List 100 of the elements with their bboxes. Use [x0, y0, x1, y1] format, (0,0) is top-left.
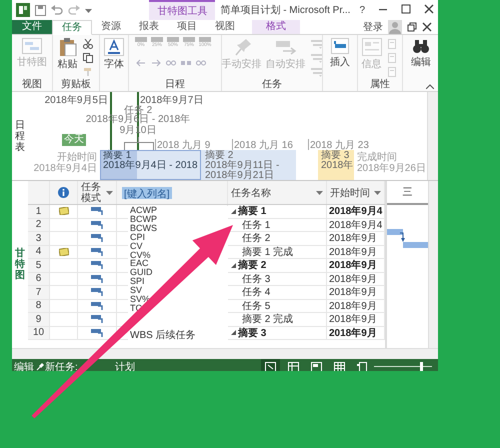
start-date: 2018年9月 [329, 272, 377, 285]
start-date: 2018年9月 [329, 246, 377, 258]
task-mode-icon [91, 261, 103, 270]
field-option[interactable]: EAC [130, 259, 149, 268]
collapse-icon[interactable] [231, 330, 236, 336]
bar-dates: 2018年9月11日 - 2018年9月21日 [205, 161, 280, 180]
ribbon-tab[interactable]: 任务 [52, 20, 92, 35]
field-option[interactable]: BCWS [130, 224, 157, 233]
ribbon-tab[interactable]: 视图 [206, 20, 244, 34]
column-name-field[interactable]: [键入列名] [122, 186, 172, 198]
save-icon[interactable] [35, 4, 46, 16]
bar-dates: 2018年9月4日 - 2018 [103, 161, 198, 171]
caret-icon[interactable] [316, 190, 323, 195]
table-icon [288, 362, 299, 371]
new-task-mode[interactable]: 新任务: [45, 360, 78, 371]
task-name: 任务 4 [242, 286, 270, 298]
undo-icon[interactable] [51, 5, 63, 15]
gantt-bar [387, 229, 403, 235]
collapse-icon[interactable] [231, 262, 236, 268]
view-button[interactable] [261, 359, 280, 371]
task-mode-icon [91, 207, 103, 216]
ribbon-tab[interactable]: 资源 [92, 20, 130, 34]
sign-in-link[interactable]: 登录 [363, 20, 383, 34]
close-icon[interactable] [422, 22, 432, 32]
task-name: 摘要 2 [238, 259, 266, 272]
row-number: 1 [28, 205, 50, 218]
field-option[interactable]: ACWP [130, 206, 157, 215]
finish-label: 完成时间 [357, 152, 398, 163]
new-task-mode[interactable]: 计划 [114, 360, 135, 371]
timeline-bar[interactable]: 摘要 3 2018年 [318, 150, 354, 180]
collapse-icon[interactable] [231, 208, 236, 214]
ribbon-button[interactable]: 字体 [103, 37, 125, 72]
start-date: 2018年9月 [329, 232, 377, 244]
task-mode-icon [91, 248, 103, 256]
ribbon-tab[interactable]: 文件 [12, 20, 52, 34]
task-name: 摘要 3 [238, 326, 266, 339]
close-icon[interactable] [424, 4, 434, 14]
column-header[interactable]: 开始时间 [330, 186, 370, 200]
info-icon [58, 187, 69, 198]
window-title: 简单项目计划 - Microsoft Pr... [220, 4, 350, 17]
task-mode-icon [91, 234, 103, 242]
scrollbar[interactable] [12, 348, 438, 359]
field-option[interactable]: CV% [130, 250, 151, 260]
mode-label: 编辑 [14, 360, 34, 371]
field-option[interactable]: SPI [130, 277, 145, 286]
zoom-slider[interactable] [374, 362, 432, 371]
caret-icon[interactable] [85, 8, 92, 12]
help-button[interactable]: ? [355, 4, 369, 16]
start-date: 2018年9月 [329, 259, 377, 272]
scissors-icon[interactable] [83, 38, 93, 48]
start-date: 2018年9月 [329, 313, 377, 326]
copy-icon[interactable] [83, 52, 93, 62]
bar-dates: 2018年 [321, 161, 351, 171]
scale-label: 2018 九月 16 [234, 138, 293, 152]
note-icon[interactable] [58, 207, 68, 216]
collapse-icon[interactable] [426, 84, 434, 89]
field-option[interactable]: SV [130, 286, 142, 296]
caret-icon[interactable] [106, 190, 113, 195]
note-icon[interactable] [58, 248, 68, 256]
ribbon-tab[interactable]: 项目 [168, 20, 206, 34]
field-option[interactable]: BCWP [130, 214, 157, 224]
row-number: 6 [28, 272, 50, 285]
timeline-bar[interactable]: 摘要 2 2018年9月11日 - 2018年9月21日 [201, 150, 296, 180]
ribbon-button[interactable]: 编辑 [410, 37, 432, 70]
task-name: 摘要 1 [238, 205, 266, 218]
caret-icon[interactable] [374, 190, 381, 195]
group-label: 任务 [261, 79, 283, 91]
start-date: 2018年9月4 [329, 205, 382, 218]
group-label: 属性 [369, 79, 391, 91]
task-mode-icon [91, 220, 103, 229]
column-header[interactable]: 任务名称 [231, 186, 271, 200]
ribbon-tab[interactable]: 格式 [252, 20, 300, 34]
grid-icon [334, 362, 345, 371]
maximize-icon[interactable] [401, 4, 411, 14]
group-label: 日程 [164, 79, 186, 91]
start-date: 2018年9月4 [329, 218, 382, 231]
field-option[interactable]: CPI [130, 232, 146, 242]
ribbon-button[interactable]: 粘贴 [56, 37, 78, 72]
scrollbar[interactable] [428, 181, 438, 348]
task-name: 摘要 1 完成 [242, 246, 294, 258]
field-option[interactable]: CV [130, 242, 143, 251]
gantt-view-icon [265, 362, 276, 371]
task-name: 任务 5 [242, 300, 270, 312]
app-icon[interactable] [16, 3, 30, 17]
marker-date: 2018年9月7日 [140, 94, 204, 106]
start-date: 2018年9月 [329, 286, 377, 298]
callout-line [138, 137, 139, 143]
ribbon-tab[interactable]: 报表 [130, 20, 168, 34]
row-number: 8 [28, 300, 50, 312]
restore-icon[interactable] [407, 22, 417, 32]
scrollbar[interactable] [427, 92, 438, 180]
row-number: 2 [28, 218, 50, 231]
ribbon-button[interactable]: 插入 [329, 37, 351, 70]
column-header[interactable]: 任务模式 [81, 182, 106, 204]
field-option[interactable]: WBS 后续任务 [130, 330, 196, 341]
field-option[interactable]: GUID [130, 268, 152, 278]
marker-date: 2018年9月5日 [44, 94, 108, 107]
group-label: 剪贴板 [60, 79, 92, 91]
slider-thumb[interactable] [420, 362, 424, 371]
link-arrow-icon [400, 232, 406, 242]
